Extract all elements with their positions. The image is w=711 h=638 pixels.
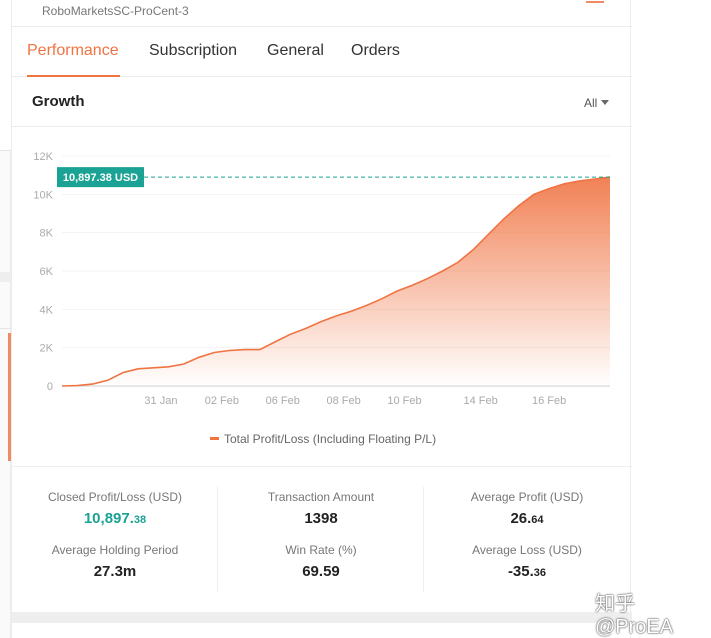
menu-icon[interactable] (586, 0, 604, 7)
stat-value-main: 27.3m (93, 563, 137, 580)
growth-chart-svg: 0 2K 4K 6K 8K 10K 12K 31 Jan 02 Feb 06 Feb 08 Feb… (33, 151, 611, 407)
stat-value-main: 10,897. (83, 510, 134, 527)
x-tick-label: 02 Feb (205, 395, 239, 407)
stat-label: Transaction Amount (267, 490, 375, 504)
growth-header: Growth All (12, 77, 632, 127)
x-tick-label: 06 Feb (266, 395, 300, 407)
page: RoboMarketsSC-ProCent-3 Performance Subs… (0, 0, 711, 638)
x-tick-label: 14 Feb (463, 395, 497, 407)
stats-grid: Closed Profit/Loss (USD) 10,897.38 Trans… (12, 466, 632, 612)
background-panel (0, 150, 11, 638)
tab-orders[interactable]: Orders (351, 42, 400, 60)
tab-subscription[interactable]: Subscription (149, 42, 237, 60)
y-tick-label: 8K (40, 228, 54, 240)
stat-value: -35.36 (424, 563, 630, 580)
stat-label: Average Profit (USD) (470, 490, 584, 504)
stat-closed-profit: Closed Profit/Loss (USD) 10,897.38 (12, 490, 218, 527)
stat-label: Average Loss (USD) (472, 543, 582, 557)
panel-divider (0, 150, 11, 151)
growth-title: Growth (32, 93, 85, 110)
chart-legend: Total Profit/Loss (Including Floating P/… (210, 432, 436, 446)
highlight-badge-label: 10,897.38 USD (63, 172, 138, 184)
x-tick-label: 08 Feb (326, 395, 360, 407)
stat-average-loss: Average Loss (USD) -35.36 (424, 543, 630, 580)
x-tick-label: 10 Feb (387, 395, 421, 407)
y-tick-label: 4K (40, 304, 54, 316)
strategy-card: RoboMarketsSC-ProCent-3 Performance Subs… (11, 0, 632, 638)
tab-general[interactable]: General (267, 42, 324, 60)
stat-transaction-amount: Transaction Amount 1398 (218, 490, 424, 527)
legend-label: Total Profit/Loss (Including Floating P/… (224, 432, 437, 446)
x-tick-label: 31 Jan (144, 395, 177, 407)
range-dropdown[interactable]: All (584, 96, 610, 110)
stat-win-rate: Win Rate (%) 69.59 (218, 543, 424, 580)
y-tick-label: 6K (40, 266, 54, 278)
panel-divider (0, 328, 11, 329)
legend-swatch (210, 437, 219, 440)
panel-gray-block (0, 272, 11, 282)
tab-performance[interactable]: Performance (27, 42, 119, 60)
stat-value-main: -35. (507, 563, 534, 580)
y-tick-label: 0 (47, 381, 53, 393)
stat-value: 27.3m (12, 563, 218, 580)
growth-chart: 0 2K 4K 6K 8K 10K 12K 31 Jan 02 Feb 06 Feb 08 Feb… (12, 128, 632, 464)
stat-value: 69.59 (218, 563, 424, 580)
series-area (62, 177, 610, 386)
stat-value: 26.64 (424, 510, 630, 527)
stat-label: Average Holding Period (51, 543, 179, 557)
stat-label: Closed Profit/Loss (USD) (47, 490, 183, 504)
stat-value-main: 69.59 (302, 563, 340, 580)
stat-value-main: 26. (510, 510, 532, 527)
y-tick-label: 12K (33, 151, 53, 163)
x-tick-label: 16 Feb (532, 395, 566, 407)
stat-value-decimals: 38 (133, 514, 147, 526)
y-tick-label: 2K (40, 343, 54, 355)
account-name: RoboMarketsSC-ProCent-3 (42, 4, 189, 18)
range-value: All (584, 96, 598, 110)
tab-bar: Performance Subscription General Orders (12, 26, 632, 77)
stat-value: 1398 (218, 510, 424, 527)
stat-average-profit: Average Profit (USD) 26.64 (424, 490, 630, 527)
y-tick-label: 10K (33, 189, 53, 201)
stat-value-main: 1398 (304, 510, 338, 527)
bottom-band (12, 612, 632, 623)
stat-average-holding-period: Average Holding Period 27.3m (12, 543, 218, 580)
stat-label: Win Rate (%) (285, 543, 357, 557)
stat-value: 10,897.38 (12, 510, 218, 527)
stat-value-decimals: 36 (533, 567, 547, 579)
chevron-down-icon (601, 100, 610, 105)
stat-value-decimals: 64 (531, 514, 544, 526)
watermark: 知乎 @ProEA (595, 593, 674, 638)
